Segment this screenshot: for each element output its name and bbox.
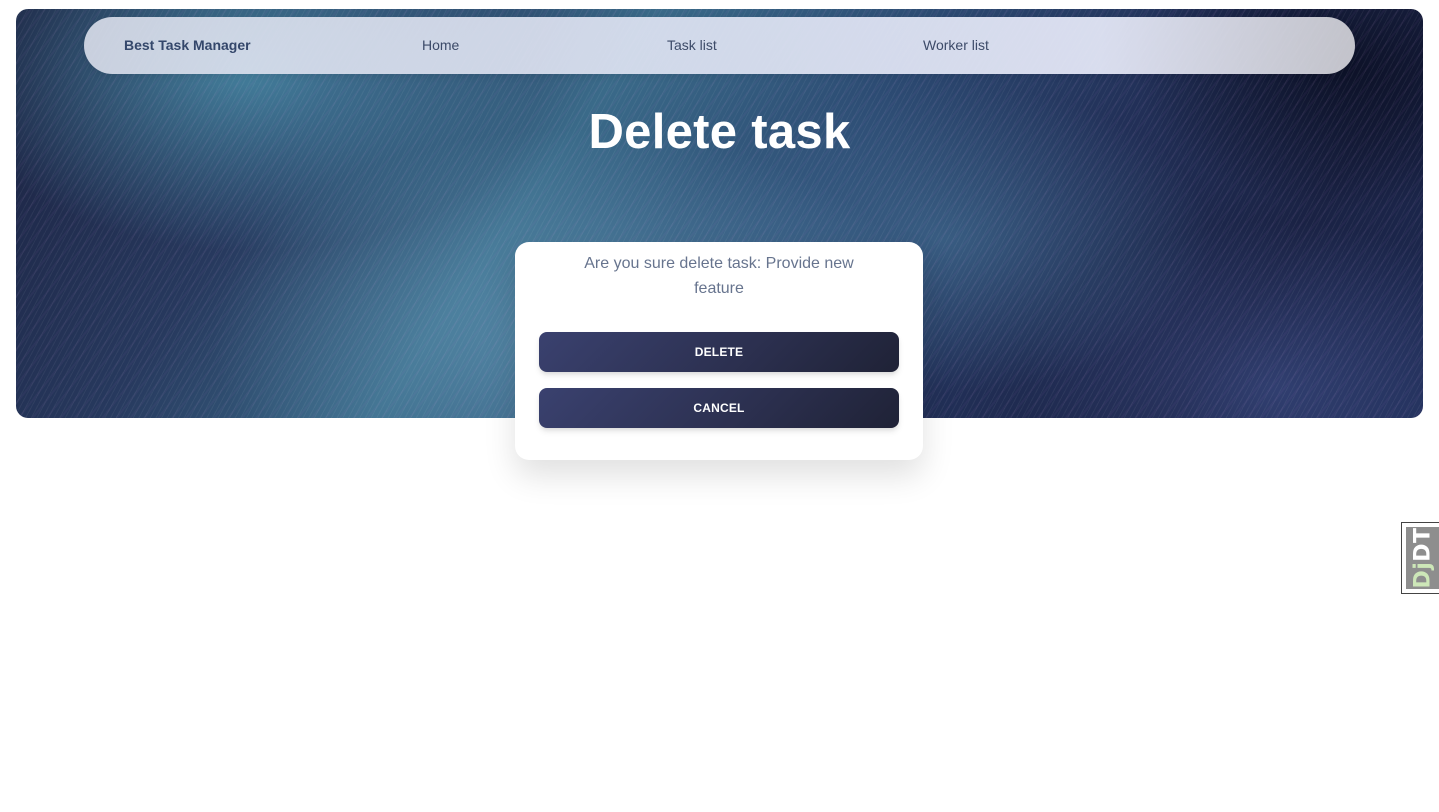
debug-toolbar-handle[interactable]: DjDT — [1401, 522, 1439, 594]
cancel-button[interactable]: Cancel — [539, 388, 899, 428]
confirmation-message: Are you sure delete task: Provide new fe… — [584, 255, 854, 297]
debug-toolbar-logo-dt: DT — [1410, 527, 1436, 562]
debug-toolbar-handle-inner: DjDT — [1406, 527, 1439, 589]
delete-button[interactable]: Delete — [539, 332, 899, 372]
nav-link-home[interactable]: Home — [422, 37, 459, 53]
debug-toolbar-logo: DjDT — [1411, 527, 1436, 588]
top-navbar: Best Task Manager Home Task list Worker … — [84, 17, 1355, 74]
navbar-brand-link[interactable]: Best Task Manager — [124, 37, 251, 53]
debug-toolbar-logo-dj: Dj — [1410, 561, 1436, 589]
delete-confirmation-card: Are you sure delete task: Provide new fe… — [515, 242, 923, 460]
nav-link-worker-list[interactable]: Worker list — [923, 37, 989, 53]
nav-link-task-list[interactable]: Task list — [667, 37, 717, 53]
page-title: Delete task — [588, 105, 851, 159]
